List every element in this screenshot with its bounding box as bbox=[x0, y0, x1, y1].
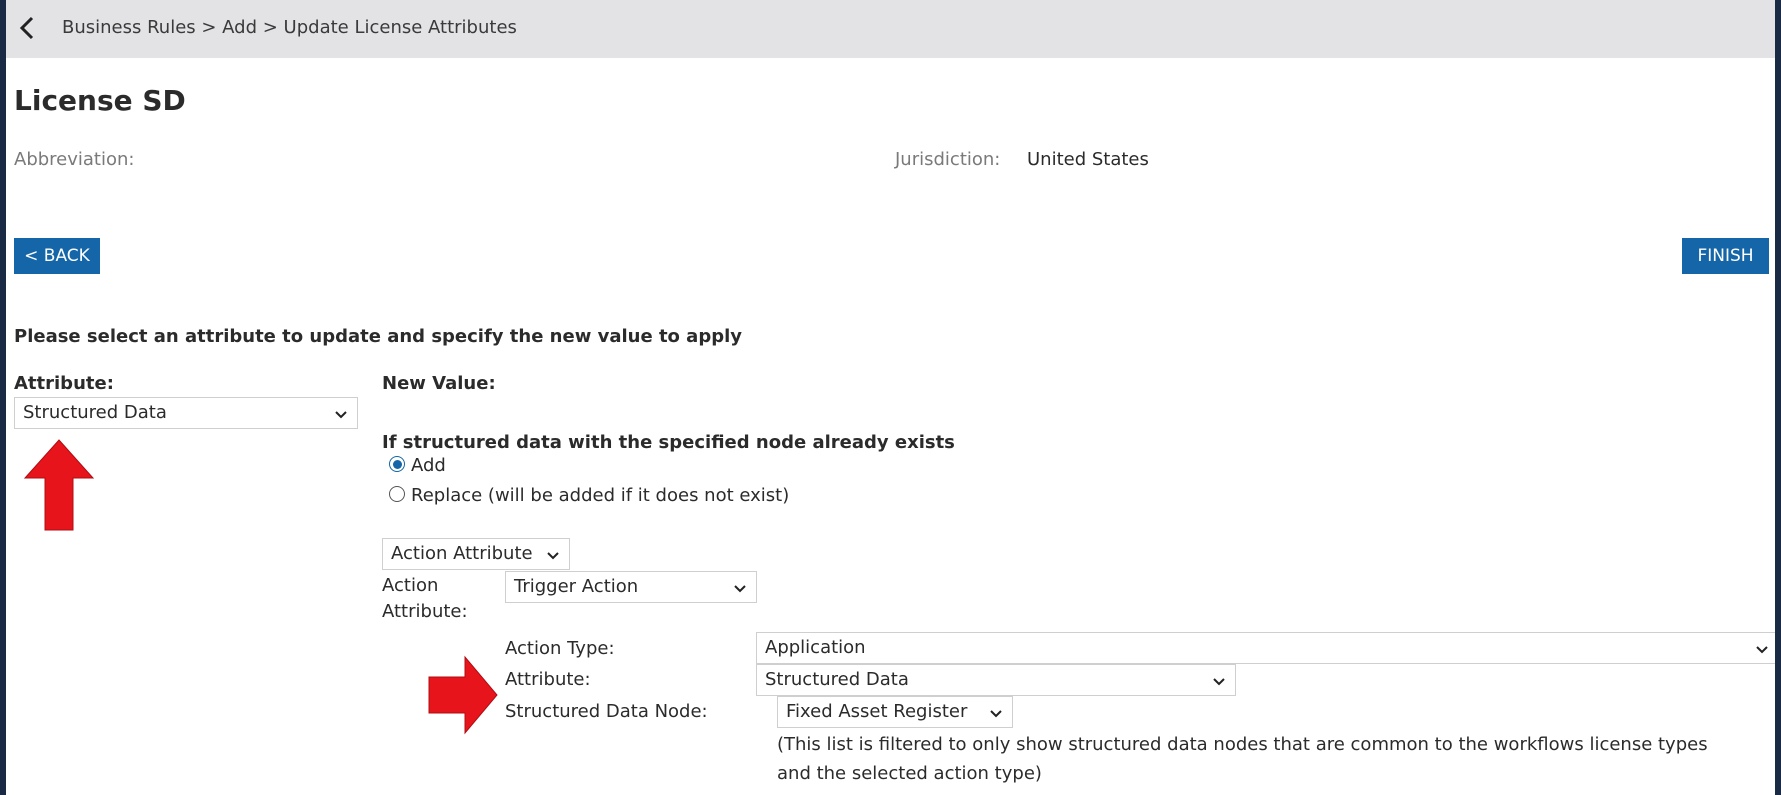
finish-button[interactable]: FINISH bbox=[1682, 238, 1769, 274]
chevron-down-icon bbox=[546, 547, 560, 561]
attribute-select[interactable]: Structured Data bbox=[14, 397, 358, 429]
chevron-down-icon bbox=[733, 580, 747, 594]
structured-node-value: Fixed Asset Register bbox=[786, 701, 968, 722]
filter-note: (This list is filtered to only show stru… bbox=[777, 734, 1708, 784]
radio-replace-label: Replace (will be added if it does not ex… bbox=[411, 485, 790, 506]
radio-button[interactable] bbox=[389, 486, 405, 502]
action-attribute-type-value: Action Attribute bbox=[391, 543, 533, 564]
attribute-select-value: Structured Data bbox=[23, 402, 167, 423]
structured-node-label: Structured Data Node: bbox=[505, 701, 708, 722]
jurisdiction-value: United States bbox=[1027, 149, 1149, 170]
radio-add[interactable]: Add bbox=[389, 455, 446, 476]
radio-button[interactable] bbox=[389, 456, 405, 472]
radio-replace[interactable]: Replace (will be added if it does not ex… bbox=[389, 485, 789, 506]
sub-attribute-value: Structured Data bbox=[765, 669, 909, 690]
attribute-label: Attribute: bbox=[14, 373, 114, 394]
action-type-value: Application bbox=[765, 637, 866, 658]
structured-node-select[interactable]: Fixed Asset Register bbox=[777, 696, 1013, 728]
page-title: License SD bbox=[14, 84, 186, 117]
chevron-down-icon bbox=[1755, 641, 1769, 655]
trigger-action-value: Trigger Action bbox=[514, 576, 639, 597]
sub-attribute-select[interactable]: Structured Data bbox=[756, 664, 1236, 696]
chevron-down-icon bbox=[1212, 673, 1226, 687]
back-button[interactable]: < BACK bbox=[14, 238, 100, 274]
action-type-label: Action Type: bbox=[505, 638, 615, 659]
action-type-select[interactable]: Application bbox=[756, 632, 1775, 664]
action-attribute-label-line2: Attribute: bbox=[382, 601, 468, 622]
action-attribute-label-line1: Action bbox=[382, 575, 439, 596]
action-attribute-type-select[interactable]: Action Attribute bbox=[382, 538, 570, 570]
radio-add-label: Add bbox=[411, 455, 446, 476]
app-window: Business Rules > Add > Update License At… bbox=[6, 0, 1775, 795]
chevron-down-icon bbox=[989, 705, 1003, 719]
red-arrow-right-icon bbox=[427, 655, 499, 739]
top-bar: Business Rules > Add > Update License At… bbox=[6, 0, 1775, 58]
chevron-left-icon[interactable] bbox=[16, 15, 38, 41]
exists-heading: If structured data with the specified no… bbox=[382, 432, 955, 453]
abbreviation-label: Abbreviation: bbox=[14, 149, 135, 170]
breadcrumb[interactable]: Business Rules > Add > Update License At… bbox=[62, 17, 517, 38]
instruction-text: Please select an attribute to update and… bbox=[14, 326, 742, 347]
chevron-down-icon bbox=[334, 406, 348, 420]
new-value-label: New Value: bbox=[382, 373, 496, 394]
sub-attribute-label: Attribute: bbox=[505, 669, 591, 690]
jurisdiction-label: Jurisdiction: bbox=[895, 149, 1001, 170]
red-arrow-up-icon bbox=[23, 438, 95, 538]
trigger-action-select[interactable]: Trigger Action bbox=[505, 571, 757, 603]
